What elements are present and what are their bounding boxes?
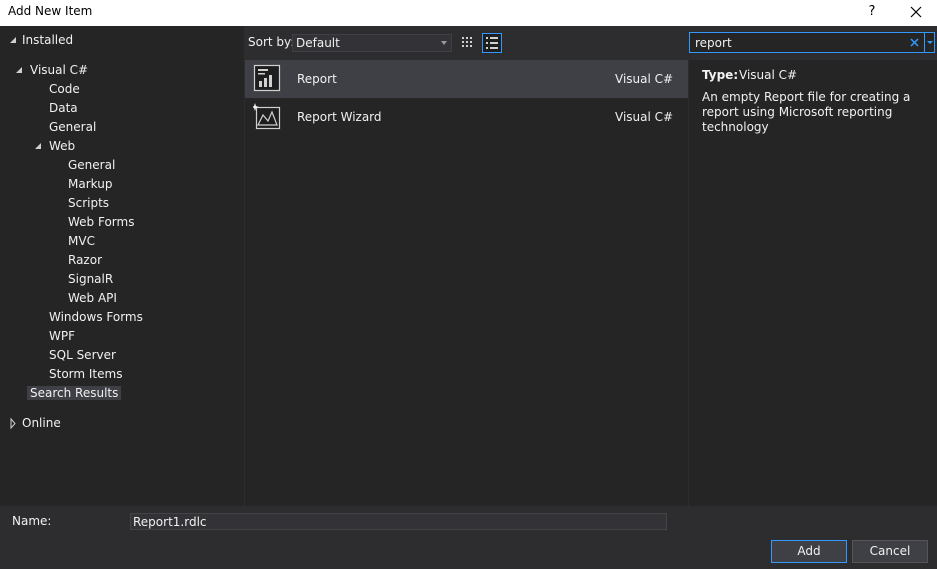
- report-wizard-icon: [253, 103, 281, 130]
- close-icon: [910, 6, 922, 18]
- tree-item-general[interactable]: General: [49, 118, 96, 137]
- tree-item-installed[interactable]: Installed: [8, 31, 73, 50]
- tree-item-label: General: [49, 120, 97, 134]
- item-name: Report Wizard: [297, 110, 382, 124]
- search-options-dropdown[interactable]: [924, 33, 935, 52]
- tree-item-storm-items[interactable]: Storm Items: [49, 365, 122, 384]
- tree-item-signalr[interactable]: SignalR: [68, 270, 113, 289]
- item-template-list: Report Visual C# Report Wizard Visual C#: [245, 60, 688, 506]
- tree-item-label: General: [68, 158, 116, 172]
- tree-item-label: Online: [22, 416, 61, 430]
- tree-item-label: Code: [49, 82, 80, 96]
- item-name: Report: [297, 72, 337, 86]
- item-language: Visual C#: [615, 72, 674, 86]
- help-button[interactable]: ?: [862, 2, 882, 22]
- tree-item-web-forms[interactable]: Web Forms: [68, 213, 134, 232]
- chevron-down-icon: [927, 41, 933, 44]
- tree-item-web-general[interactable]: General: [68, 156, 115, 175]
- tree-item-wpf[interactable]: WPF: [49, 327, 75, 346]
- close-button[interactable]: [905, 2, 927, 24]
- tree-item-code[interactable]: Code: [49, 80, 80, 99]
- tree-item-label: Web API: [68, 291, 117, 305]
- list-item[interactable]: Report Visual C#: [245, 60, 688, 98]
- tree-item-label: SQL Server: [49, 348, 116, 362]
- item-language: Visual C#: [615, 110, 674, 124]
- item-description: An empty Report file for creating a repo…: [702, 90, 911, 134]
- sort-by-label: Sort by:: [248, 35, 295, 49]
- tree-item-razor[interactable]: Razor: [68, 251, 102, 270]
- title-bar: Add New Item ?: [0, 0, 937, 26]
- details-panel: Type: Visual C# An empty Report file for…: [689, 60, 937, 506]
- name-input[interactable]: [130, 513, 667, 530]
- tree-item-visual-csharp[interactable]: Visual C#: [14, 61, 88, 80]
- tree-item-label: Web: [49, 139, 76, 153]
- tree-item-label: Web Forms: [68, 215, 135, 229]
- tree-item-sql-server[interactable]: SQL Server: [49, 346, 116, 365]
- grid-view-icon: [462, 37, 472, 47]
- tree-item-label: Search Results: [27, 386, 122, 400]
- tree-item-label: Installed: [22, 33, 74, 47]
- search-input[interactable]: [690, 33, 905, 52]
- list-view-icon: [486, 37, 498, 49]
- tree-item-label: Storm Items: [49, 367, 123, 381]
- report-icon: [253, 64, 281, 92]
- expanded-arrow-icon: [35, 143, 41, 149]
- tree-item-mvc[interactable]: MVC: [68, 232, 95, 251]
- collapsed-arrow-icon: [10, 417, 16, 430]
- tree-item-label: Razor: [68, 253, 103, 267]
- type-value: Visual C#: [739, 68, 798, 82]
- tree-item-label: Windows Forms: [49, 310, 143, 324]
- tree-item-windows-forms[interactable]: Windows Forms: [49, 308, 143, 327]
- type-label: Type:: [702, 68, 739, 82]
- clear-search-button[interactable]: [907, 34, 923, 51]
- tree-item-markup[interactable]: Markup: [68, 175, 112, 194]
- tree-item-search-results[interactable]: Search Results: [27, 384, 122, 403]
- list-view-button[interactable]: [482, 33, 502, 53]
- tree-item-label: Visual C#: [30, 63, 89, 77]
- chevron-down-icon: [441, 41, 447, 45]
- tree-item-label: WPF: [49, 329, 76, 343]
- name-label: Name:: [12, 514, 52, 528]
- template-tree: Installed Visual C# Code Data General We…: [0, 26, 244, 506]
- tree-item-online[interactable]: Online: [8, 414, 61, 433]
- window-title: Add New Item: [8, 4, 93, 18]
- tree-item-label: Data: [49, 101, 78, 115]
- expanded-arrow-icon: [16, 67, 22, 73]
- search-box: [689, 32, 935, 53]
- tree-item-scripts[interactable]: Scripts: [68, 194, 109, 213]
- add-button[interactable]: Add: [771, 540, 847, 563]
- tree-item-web-api[interactable]: Web API: [68, 289, 117, 308]
- tree-item-label: Markup: [68, 177, 113, 191]
- sort-by-dropdown[interactable]: Default: [292, 34, 452, 52]
- cancel-button[interactable]: Cancel: [852, 540, 928, 563]
- medium-icons-view-button[interactable]: [458, 33, 478, 53]
- tree-item-data[interactable]: Data: [49, 99, 78, 118]
- sort-by-value: Default: [296, 36, 340, 50]
- close-icon: [910, 38, 919, 47]
- tree-item-web[interactable]: Web: [33, 137, 75, 156]
- list-item[interactable]: Report Wizard Visual C#: [245, 98, 688, 136]
- tree-item-label: MVC: [68, 234, 95, 248]
- expanded-arrow-icon: [10, 37, 16, 43]
- tree-item-label: Scripts: [68, 196, 110, 210]
- tree-item-label: SignalR: [68, 272, 114, 286]
